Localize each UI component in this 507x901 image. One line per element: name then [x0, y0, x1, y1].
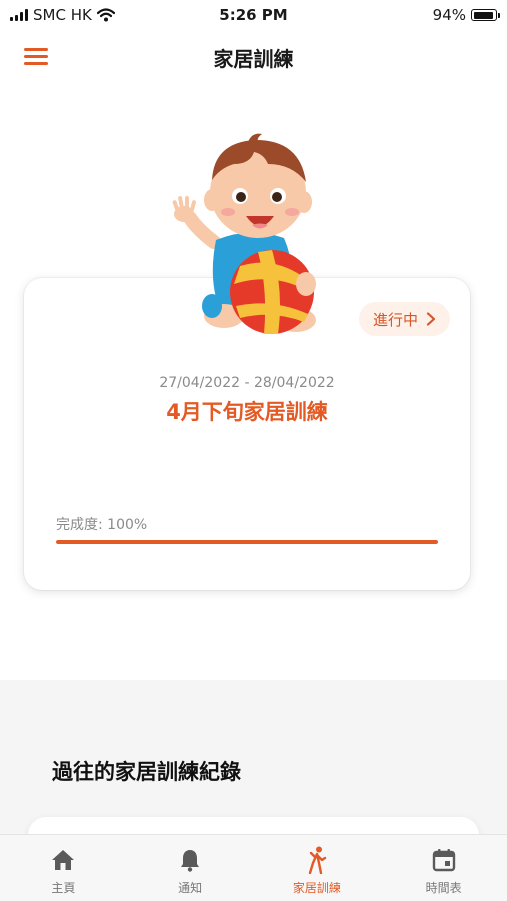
progress-label: 完成度: 100% — [56, 517, 148, 533]
tab-home[interactable]: 主頁 — [0, 835, 127, 901]
tab-schedule-label: 時間表 — [425, 881, 462, 895]
training-name: 4月下旬家居訓練 — [166, 400, 328, 424]
status-pill-button[interactable]: 進行中 — [358, 302, 450, 336]
progress-bar — [56, 540, 438, 544]
status-bar: SMC HK 5:26 PM 94% — [0, 0, 507, 32]
calendar-icon — [432, 849, 455, 872]
page-title: 家居訓練 — [213, 47, 294, 71]
training-date-range: 27/04/2022 - 28/04/2022 — [159, 375, 335, 391]
progress-bar-fill — [56, 540, 438, 544]
history-title: 過往的家居訓練紀錄 — [52, 760, 241, 784]
tab-home-training[interactable]: 家居訓練 — [254, 835, 381, 901]
clock: 5:26 PM — [219, 6, 288, 24]
battery-icon — [471, 9, 500, 21]
tab-schedule[interactable]: 時間表 — [380, 835, 507, 901]
tab-home-label: 主頁 — [51, 881, 76, 895]
tab-notifications-label: 通知 — [178, 881, 203, 895]
bottom-tab-bar: 主頁 通知 家居訓練 時間表 — [0, 834, 507, 901]
battery-percent: 94% — [432, 6, 466, 24]
tab-home-training-label: 家居訓練 — [292, 881, 341, 895]
baby-with-ball-illustration — [172, 133, 316, 334]
app-header: 家居訓練 — [0, 34, 507, 80]
status-right: 94% — [432, 6, 500, 24]
chevron-right-icon — [426, 312, 436, 326]
tab-notifications[interactable]: 通知 — [127, 835, 254, 901]
status-pill-label: 進行中 — [372, 310, 418, 329]
home-icon — [52, 850, 75, 870]
battery-level — [473, 11, 494, 19]
exercise-icon — [308, 846, 327, 874]
bell-icon — [181, 850, 200, 872]
